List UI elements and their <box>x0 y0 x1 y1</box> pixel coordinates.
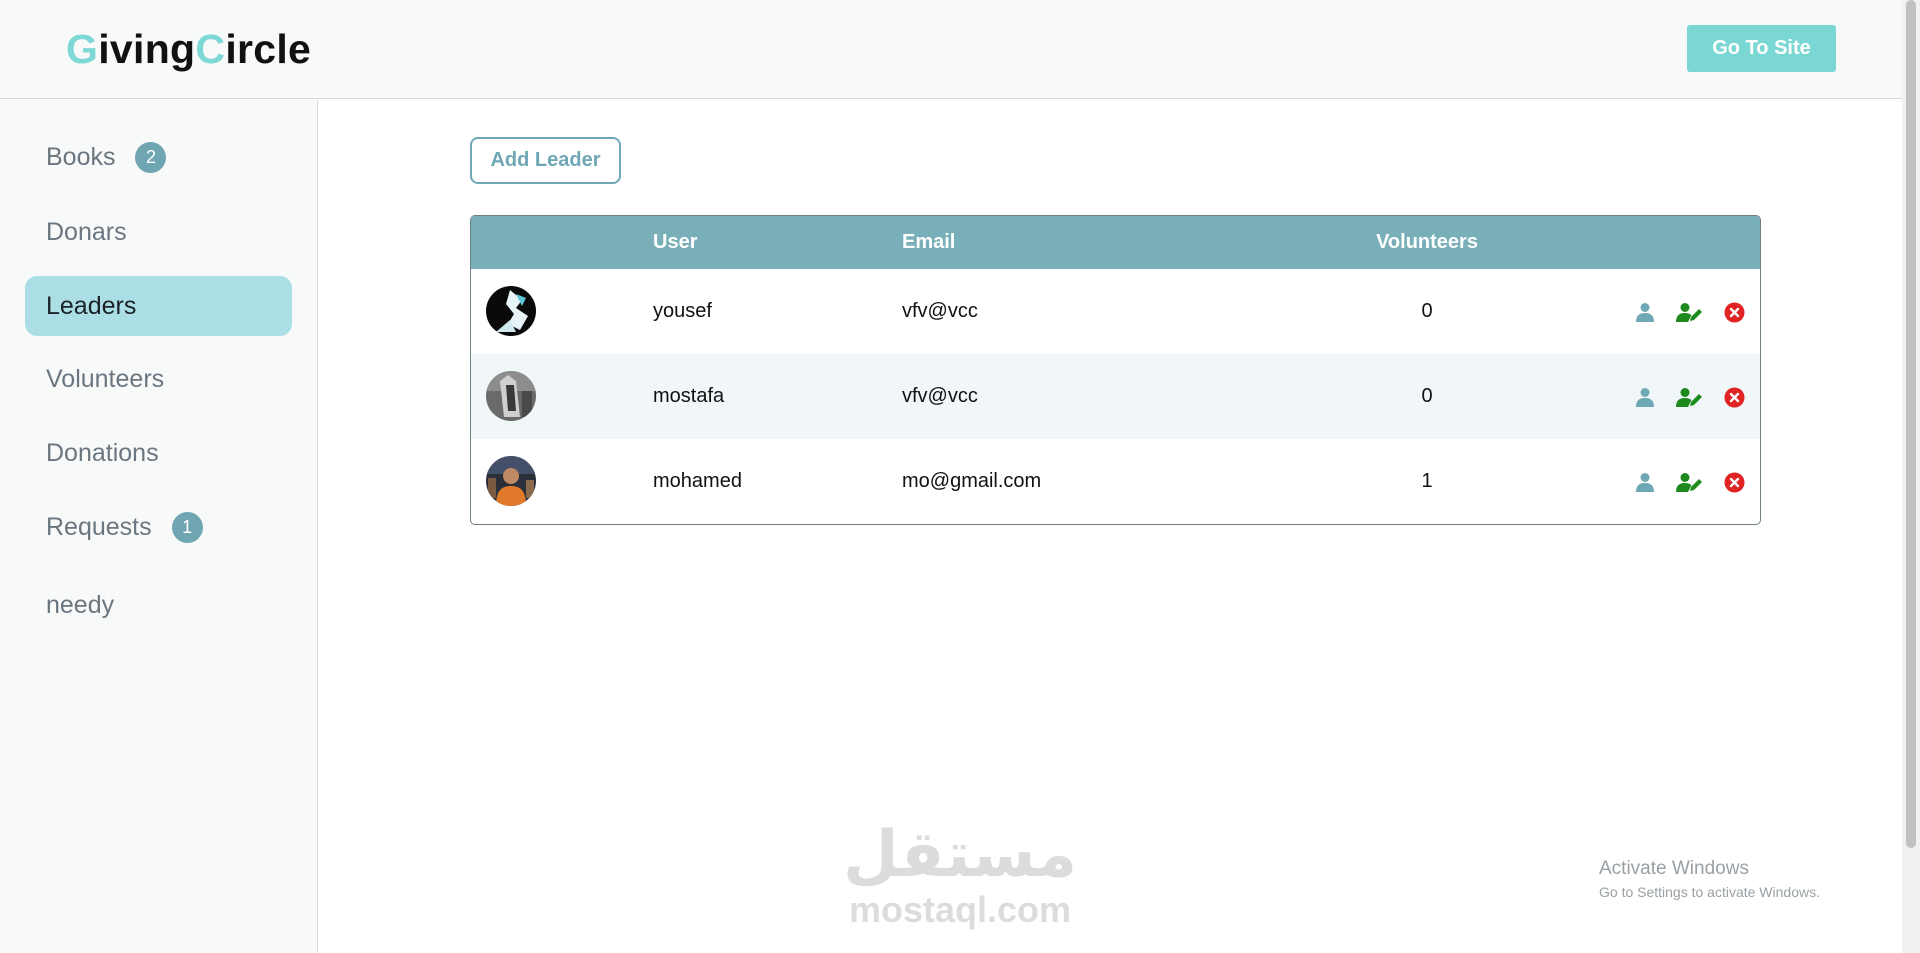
watermark-arabic: مستقل <box>842 818 1078 892</box>
sidebar-item-donars[interactable]: Donars <box>25 202 292 262</box>
top-header: GivingCircle Go To Site <box>0 0 1902 99</box>
avatar <box>486 371 536 421</box>
user-email: vfv@vcc <box>902 385 978 407</box>
activation-subtitle: Go to Settings to activate Windows. <box>1599 884 1820 900</box>
activation-title: Activate Windows <box>1599 858 1749 879</box>
edit-user-icon[interactable] <box>1675 386 1703 408</box>
sidebar-item-volunteers[interactable]: Volunteers <box>25 349 292 409</box>
sidebar-item-label: Volunteers <box>46 364 165 393</box>
delete-user-icon[interactable] <box>1724 472 1745 493</box>
windows-activation-notice: Activate Windows Go to Settings to activ… <box>1599 858 1820 900</box>
user-email: mo@gmail.com <box>902 470 1042 492</box>
sidebar-item-label: Leaders <box>46 291 137 320</box>
column-header-volunteers: Volunteers <box>1376 231 1478 253</box>
table-row: mohamed mo@gmail.com 1 <box>471 439 1760 524</box>
sidebar: Books 2 Donars Leaders Volunteers Donati… <box>0 100 318 953</box>
logo-letter-g: G <box>66 26 99 72</box>
sidebar-item-label: Donations <box>46 438 159 467</box>
column-header-user: User <box>653 231 698 253</box>
view-user-icon[interactable] <box>1634 301 1656 323</box>
go-to-site-button[interactable]: Go To Site <box>1687 25 1836 72</box>
user-name: mohamed <box>653 470 742 492</box>
add-leader-button[interactable]: Add Leader <box>470 137 621 184</box>
volunteer-count: 0 <box>1421 385 1433 407</box>
edit-user-icon[interactable] <box>1675 301 1703 323</box>
sidebar-item-label: Donars <box>46 217 127 246</box>
user-name: yousef <box>653 300 712 322</box>
watermark-latin: mostaql.com <box>848 889 1072 930</box>
logo-text-iving: iving <box>98 26 196 72</box>
logo-letter-c: C <box>195 26 226 72</box>
requests-count-badge: 1 <box>171 511 203 543</box>
sidebar-item-needy[interactable]: needy <box>25 575 292 635</box>
sidebar-item-donations[interactable]: Donations <box>25 423 292 483</box>
sidebar-item-label: needy <box>46 590 115 619</box>
sidebar-item-leaders[interactable]: Leaders <box>25 276 292 336</box>
user-email: vfv@vcc <box>902 300 978 322</box>
user-name: mostafa <box>653 385 725 407</box>
books-count-badge: 2 <box>135 141 167 173</box>
mostaql-watermark: مستقل mostaql.com <box>842 820 1078 930</box>
avatar <box>486 286 536 336</box>
sidebar-item-label: Requests <box>46 512 152 541</box>
leaders-table: User Email Volunteers yousef vfv@vcc 0 m… <box>470 215 1761 525</box>
page-scrollbar[interactable] <box>1902 0 1920 953</box>
brand-logo[interactable]: GivingCircle <box>66 26 311 73</box>
column-header-email: Email <box>902 231 956 253</box>
scrollbar-thumb[interactable] <box>1906 0 1916 848</box>
view-user-icon[interactable] <box>1634 471 1656 493</box>
avatar <box>486 456 536 506</box>
volunteer-count: 0 <box>1421 300 1433 322</box>
view-user-icon[interactable] <box>1634 386 1656 408</box>
table-row: yousef vfv@vcc 0 <box>471 269 1760 354</box>
table-row: mostafa vfv@vcc 0 <box>471 354 1760 439</box>
volunteer-count: 1 <box>1421 470 1433 492</box>
sidebar-item-label: Books <box>46 142 116 171</box>
delete-user-icon[interactable] <box>1724 387 1745 408</box>
table-header: User Email Volunteers <box>471 216 1760 269</box>
delete-user-icon[interactable] <box>1724 302 1745 323</box>
edit-user-icon[interactable] <box>1675 471 1703 493</box>
logo-text-ircle: ircle <box>225 26 312 72</box>
sidebar-item-requests[interactable]: Requests 1 <box>25 497 292 557</box>
sidebar-item-books[interactable]: Books 2 <box>25 127 292 187</box>
